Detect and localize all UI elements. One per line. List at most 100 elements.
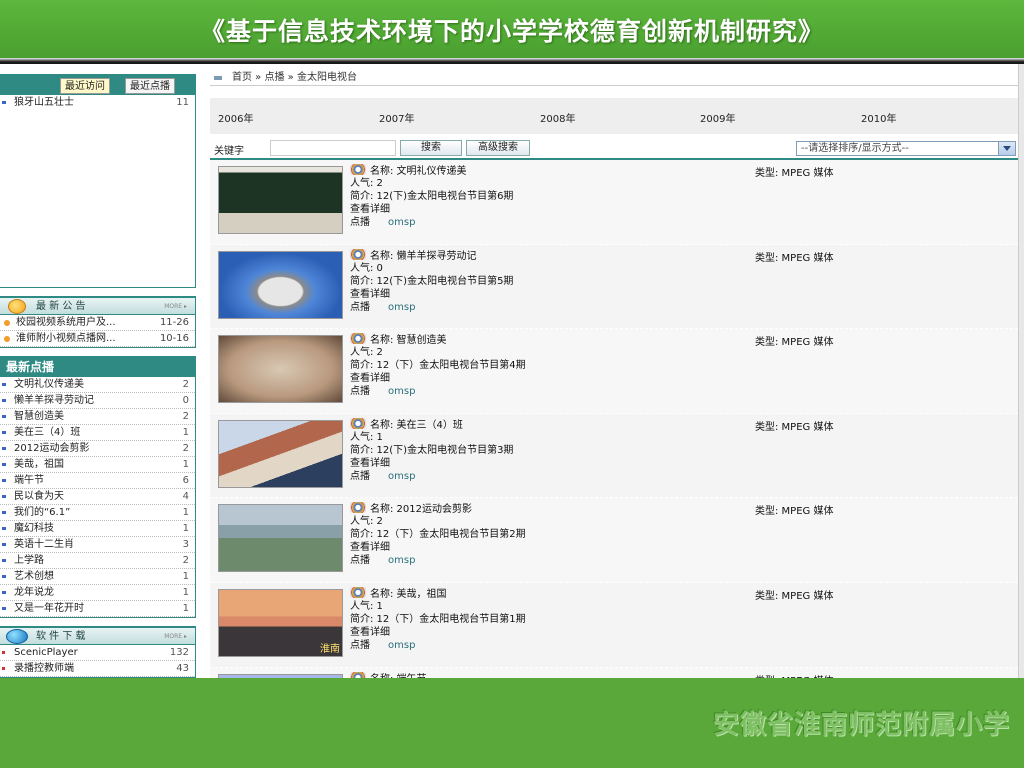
video-meta: 名称: 懒羊羊探寻劳动记 人气: 0 简介: 12(下)金太阳电视台节目第5期 查看详…	[350, 248, 513, 314]
video-name[interactable]: 名称: 懒羊羊探寻劳动记	[370, 251, 477, 262]
smiley-icon	[8, 299, 26, 314]
download-label: ScenicPlayer	[14, 647, 78, 658]
play-link[interactable]: 点播	[350, 217, 370, 228]
view-detail-link[interactable]: 查看详细	[350, 626, 526, 639]
video-thumbnail[interactable]	[218, 166, 343, 234]
new-play-item[interactable]: 艺术创想 1	[0, 569, 195, 585]
new-play-item[interactable]: 上学路 2	[0, 553, 195, 569]
video-thumbnail[interactable]	[218, 250, 343, 319]
breadcrumb[interactable]: 首页 » 点播 » 金太阳电视台	[210, 70, 1018, 86]
year-2009[interactable]: 2009年	[700, 110, 735, 125]
omsp-link[interactable]: omsp	[388, 555, 415, 566]
recent-item-count: 11	[176, 97, 189, 108]
new-play-item[interactable]: 美哉，祖国 1	[0, 457, 195, 473]
video-name[interactable]: 名称: 2012运动会剪影	[370, 504, 472, 515]
download-item[interactable]: ScenicPlayer 132	[0, 645, 195, 661]
view-detail-link[interactable]: 查看详细	[350, 541, 526, 554]
video-item: 名称: 美在三（4）班 人气: 1 简介: 12(下)金太阳电视台节目第3期 查看详细…	[210, 413, 1018, 499]
tab-recent-plays[interactable]: 最近点播	[125, 78, 175, 94]
year-2010[interactable]: 2010年	[861, 110, 896, 125]
new-play-item[interactable]: 又是一年花开时 1	[0, 601, 195, 617]
advanced-search-button[interactable]: 高级搜索	[466, 140, 530, 156]
video-popularity: 人气: 1	[350, 431, 383, 443]
chevron-down-icon[interactable]	[998, 142, 1015, 155]
new-play-label: 又是一年花开时	[14, 603, 84, 614]
new-play-count: 1	[182, 587, 189, 598]
video-popularity: 人气: 0	[350, 262, 383, 274]
video-name[interactable]: 名称: 美哉，祖国	[370, 589, 447, 600]
tab-recent-visits[interactable]: 最近访问	[60, 78, 110, 94]
sort-select[interactable]: --请选择排序/显示方式--	[796, 141, 1016, 156]
new-play-count: 2	[182, 443, 189, 454]
play-link[interactable]: 点播	[350, 302, 370, 313]
video-thumbnail[interactable]	[218, 504, 343, 573]
video-thumbnail[interactable]	[218, 419, 343, 488]
video-meta: 名称: 美哉，祖国 人气: 1 简介: 12（下）金太阳电视台节目第1期 查看详细 点播…	[350, 586, 526, 652]
view-detail-link[interactable]: 查看详细	[350, 457, 513, 470]
omsp-link[interactable]: omsp	[388, 640, 415, 651]
video-name[interactable]: 名称: 文明礼仪传递美	[370, 166, 467, 177]
omsp-link[interactable]: omsp	[388, 302, 415, 313]
announcement-item[interactable]: 校园视频系统用户及... 11-26	[0, 315, 195, 331]
downloads-more-link[interactable]: MORE ▸	[164, 628, 187, 645]
view-detail-link[interactable]: 查看详细	[350, 288, 513, 301]
new-play-item[interactable]: 魔幻科技 1	[0, 521, 195, 537]
new-play-item[interactable]: 智慧创造美 2	[0, 409, 195, 425]
thumbnail-watermark: 淮南	[320, 643, 340, 655]
play-link[interactable]: 点播	[350, 471, 370, 482]
video-name[interactable]: 名称: 美在三（4）班	[370, 420, 463, 431]
keyword-input[interactable]	[270, 140, 396, 156]
new-play-item[interactable]: 端午节 6	[0, 473, 195, 489]
announcements-header: 最 新 公 告 MORE ▸	[0, 297, 195, 315]
video-thumbnail[interactable]: 淮南	[218, 588, 343, 657]
view-detail-link[interactable]: 查看详细	[350, 372, 526, 385]
download-label: 录播控教师端	[14, 663, 74, 674]
year-2007[interactable]: 2007年	[379, 110, 414, 125]
omsp-link[interactable]: omsp	[388, 471, 415, 482]
video-name[interactable]: 名称: 智慧创造美	[370, 335, 447, 346]
new-play-label: 美在三（4）班	[14, 427, 81, 438]
video-popularity: 人气: 2	[350, 178, 383, 189]
video-type: 类型: MPEG 媒体	[755, 252, 834, 264]
play-link[interactable]: 点播	[350, 386, 370, 397]
announcement-item[interactable]: 淮师附小视频点播网... 10-16	[0, 331, 195, 347]
vertical-scrollbar[interactable]	[1018, 64, 1024, 678]
announcement-label: 淮师附小视频点播网...	[16, 333, 116, 344]
download-item[interactable]: 录播控教师端 43	[0, 661, 195, 677]
new-play-count: 1	[182, 523, 189, 534]
new-play-label: 智慧创造美	[14, 411, 64, 422]
omsp-link[interactable]: omsp	[388, 217, 415, 228]
play-link[interactable]: 点播	[350, 640, 370, 651]
new-play-item[interactable]: 美在三（4）班 1	[0, 425, 195, 441]
new-play-label: 2012运动会剪影	[14, 443, 90, 454]
recent-item[interactable]: 狼牙山五壮士 11	[0, 95, 195, 111]
new-play-label: 美哉，祖国	[14, 459, 64, 470]
video-intro: 简介: 12（下）金太阳电视台节目第2期	[350, 529, 526, 541]
video-item: 名称: 懒羊羊探寻劳动记 人气: 0 简介: 12(下)金太阳电视台节目第5期 查看详…	[210, 244, 1018, 330]
search-button[interactable]: 搜索	[400, 140, 462, 156]
new-play-item[interactable]: 懒羊羊探寻劳动记 0	[0, 393, 195, 409]
announcement-date: 11-26	[159, 317, 189, 328]
video-icon	[350, 586, 366, 598]
video-thumbnail[interactable]	[218, 335, 343, 404]
new-play-count: 2	[182, 555, 189, 566]
year-2006[interactable]: 2006年	[218, 110, 253, 125]
new-play-label: 上学路	[14, 555, 44, 566]
omsp-link[interactable]: omsp	[388, 386, 415, 397]
globe-icon	[6, 629, 28, 644]
new-play-item[interactable]: 龙年说龙 1	[0, 585, 195, 601]
recent-box: 最近访问 最近点播 狼牙山五壮士 11	[0, 74, 196, 288]
new-play-item[interactable]: 英语十二生肖 3	[0, 537, 195, 553]
year-2008[interactable]: 2008年	[540, 110, 575, 125]
announcements-more-link[interactable]: MORE ▸	[164, 298, 187, 315]
announcement-date: 10-16	[159, 333, 189, 344]
new-play-item[interactable]: 我们的“6.1” 1	[0, 505, 195, 521]
new-play-item[interactable]: 2012运动会剪影 2	[0, 441, 195, 457]
view-detail-link[interactable]: 查看详细	[350, 203, 513, 216]
video-popularity: 人气: 1	[350, 600, 383, 612]
video-icon	[350, 417, 366, 429]
video-item: 淮南 名称: 美哉，祖国 人气: 1 简介: 12（下）金太阳电视台节目第1期 查看详细…	[210, 582, 1018, 668]
new-play-item[interactable]: 民以食为天 4	[0, 489, 195, 505]
new-play-item[interactable]: 文明礼仪传递美 2	[0, 377, 195, 393]
play-link[interactable]: 点播	[350, 555, 370, 566]
